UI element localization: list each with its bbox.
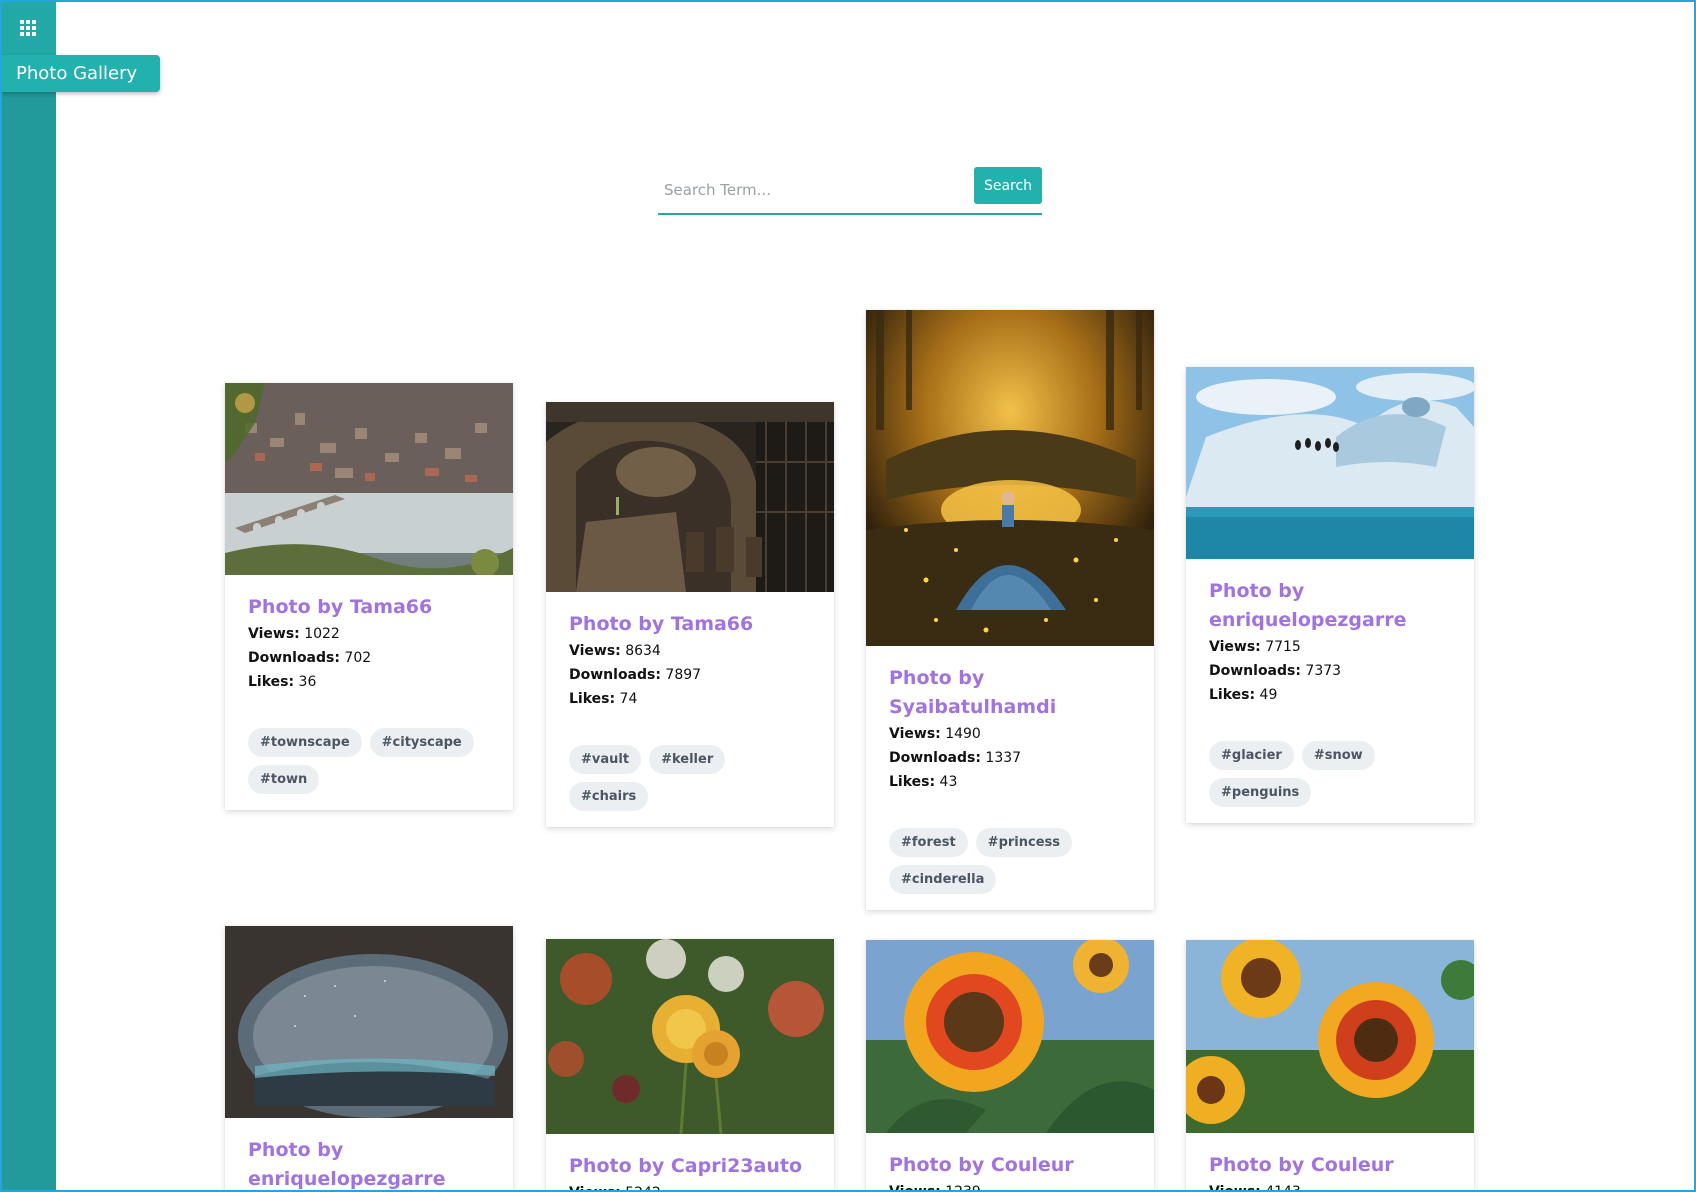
views-stat: Views: 1490 [889, 726, 981, 742]
dahlia-photo[interactable] [546, 939, 834, 1134]
search-bar: Search [658, 167, 1042, 215]
photo-card[interactable]: Photo by Tama66 Views: 1022 Downloads: 7… [225, 383, 513, 810]
downloads-stat: Downloads: 702 [248, 650, 372, 666]
views-stat: Views: 8634 [569, 643, 661, 659]
views-stat: Views: 1239 [889, 1184, 981, 1192]
tag-chip[interactable]: #princess [975, 828, 1072, 857]
likes-stat: Likes: 36 [248, 674, 317, 690]
tag-list: #glacier #snow #penguins [1186, 707, 1474, 823]
card-author[interactable]: Photo by Tama66 [248, 593, 490, 622]
moon-cave-photo[interactable] [225, 926, 513, 1118]
downloads-stat: Downloads: 7373 [1209, 663, 1342, 679]
tag-chip[interactable]: #town [248, 765, 320, 794]
card-author[interactable]: Photo by enriquelopezgarre [1209, 577, 1451, 635]
tag-list: #townscape #cityscape #town [225, 694, 513, 810]
tag-chip[interactable]: #chairs [569, 782, 649, 811]
card-author[interactable]: Photo by Couleur [1209, 1151, 1451, 1180]
tag-chip[interactable]: #forest [889, 828, 968, 857]
views-stat: Views: 7715 [1209, 639, 1301, 655]
downloads-stat: Downloads: 7897 [569, 667, 702, 683]
forest-princess-photo[interactable] [866, 310, 1154, 646]
photo-card[interactable]: Photo by Couleur Views: 1239 [866, 940, 1154, 1192]
townscape-photo[interactable] [225, 383, 513, 575]
card-author[interactable]: Photo by Syaibatulhamdi [889, 664, 1131, 722]
sunflowers-photo[interactable] [1186, 940, 1474, 1133]
views-stat: Views: 1022 [248, 626, 340, 642]
tag-chip[interactable]: #vault [569, 745, 642, 774]
tag-chip[interactable]: #keller [649, 745, 726, 774]
card-author[interactable]: Photo by enriquelopezgarre [248, 1136, 490, 1192]
photo-card[interactable]: Photo by Tama66 Views: 8634 Downloads: 7… [546, 402, 834, 827]
tag-chip[interactable]: #cityscape [369, 728, 474, 757]
grid-icon [20, 20, 36, 36]
glacier-photo[interactable] [1186, 367, 1474, 559]
search-button[interactable]: Search [974, 167, 1042, 204]
search-input[interactable] [658, 167, 958, 213]
photo-card[interactable]: Photo by Couleur Views: 4143 [1186, 940, 1474, 1192]
photo-card[interactable]: Photo by enriquelopezgarre [225, 926, 513, 1192]
views-stat: Views: 5242 [569, 1181, 811, 1192]
likes-stat: Likes: 43 [889, 774, 958, 790]
vault-photo[interactable] [546, 402, 834, 592]
downloads-stat: Downloads: 1337 [889, 750, 1022, 766]
tag-chip[interactable]: #cinderella [889, 865, 997, 894]
photo-card[interactable]: Photo by Capri23auto Views: 5242 [546, 939, 834, 1192]
tag-list: #forest #princess #cinderella [866, 794, 1154, 910]
tag-chip[interactable]: #glacier [1209, 741, 1294, 770]
menu-button[interactable] [0, 0, 56, 56]
card-author[interactable]: Photo by Couleur [889, 1151, 1131, 1180]
likes-stat: Likes: 74 [569, 691, 638, 707]
card-author[interactable]: Photo by Capri23auto [569, 1152, 811, 1181]
tag-list: #vault #keller #chairs [546, 711, 834, 827]
tag-chip[interactable]: #townscape [248, 728, 362, 757]
card-author[interactable]: Photo by Tama66 [569, 610, 811, 639]
tag-chip[interactable]: #penguins [1209, 778, 1312, 807]
sunflower-photo[interactable] [866, 940, 1154, 1133]
brand-label[interactable]: Photo Gallery [0, 55, 160, 92]
sidebar [0, 0, 56, 1192]
views-stat: Views: 4143 [1209, 1184, 1301, 1192]
tag-chip[interactable]: #snow [1301, 741, 1375, 770]
likes-stat: Likes: 49 [1209, 687, 1278, 703]
photo-card[interactable]: Photo by enriquelopezgarre Views: 7715 D… [1186, 367, 1474, 823]
photo-card[interactable]: Photo by Syaibatulhamdi Views: 1490 Down… [866, 310, 1154, 910]
